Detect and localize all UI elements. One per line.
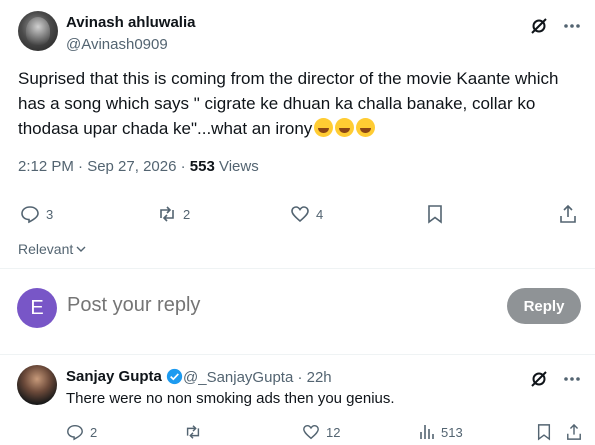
reply-author-avatar[interactable] (17, 365, 57, 405)
views-count: 553 (189, 158, 215, 175)
reply-action[interactable]: 3 (20, 204, 53, 224)
reply-count: 3 (46, 206, 54, 222)
views-chart-icon (420, 425, 434, 439)
main-tweet: Avinash ahluwalia @Avinash0909 Suprised … (0, 0, 595, 268)
reply-author-handle[interactable]: @_SanjayGupta · 22h (183, 369, 332, 386)
grinning-face-with-big-eyes-icon (356, 118, 376, 137)
author-name[interactable]: Avinash ahluwalia (66, 14, 196, 31)
bookmark-icon (428, 205, 442, 224)
share-icon (567, 423, 581, 440)
tweet-text: Suprised that this is coming from the di… (18, 66, 578, 141)
author-avatar[interactable] (18, 11, 58, 51)
reply-views-action[interactable]: 513 (419, 423, 463, 441)
like-action[interactable]: 4 (290, 204, 323, 224)
reply-share-action[interactable] (566, 423, 582, 441)
grok-icon[interactable] (529, 16, 549, 36)
like-count: 4 (316, 206, 324, 222)
more-options-icon[interactable] (563, 23, 581, 29)
grinning-squinting-face-icon (314, 118, 334, 137)
bookmark-action[interactable] (426, 204, 444, 224)
reply-composer: E Reply (0, 269, 595, 354)
repost-action[interactable]: 2 (157, 204, 190, 224)
reply-input[interactable] (67, 294, 447, 317)
heart-icon (291, 206, 309, 223)
heart-icon (303, 424, 319, 440)
more-options-icon[interactable] (563, 376, 581, 382)
reply-bookmark-action[interactable] (536, 423, 552, 441)
tweet-top-actions (529, 16, 581, 36)
reply-author: Sanjay Gupta (66, 368, 183, 385)
tweet-actions: 3 2 4 (0, 204, 595, 230)
reply-views-count: 513 (441, 424, 463, 440)
reply-top-actions (529, 369, 581, 389)
views-label: Views (214, 158, 259, 175)
repost-count: 2 (183, 206, 191, 222)
reply-icon (21, 206, 39, 224)
sort-replies-dropdown[interactable]: Relevant (18, 241, 87, 257)
reply-actions: 2 12 513 (0, 423, 595, 443)
reply-tweet: Sanjay Gupta @_SanjayGupta · 22h There w… (0, 355, 595, 445)
timestamp[interactable]: 2:12 PM · Sep 27, 2026 · (18, 158, 190, 175)
reply-button[interactable]: Reply (507, 288, 581, 324)
reply-text: There were no non smoking ads then you g… (66, 390, 395, 407)
tweet-text-content: Suprised that this is coming from the di… (18, 69, 559, 138)
current-user-avatar[interactable]: E (17, 288, 57, 328)
reply-author-name[interactable]: Sanjay Gupta (66, 368, 162, 385)
repost-icon (160, 206, 174, 222)
reply-reply-action[interactable]: 2 (66, 423, 97, 441)
reply-icon (67, 424, 83, 441)
share-action[interactable] (559, 204, 577, 224)
share-icon (560, 204, 576, 223)
grinning-squinting-face-icon (335, 118, 355, 137)
tweet-meta: 2:12 PM · Sep 27, 2026 · 553 Views (18, 158, 259, 175)
reply-like-action[interactable]: 12 (302, 423, 340, 441)
sort-label: Relevant (18, 241, 74, 257)
reply-repost-action[interactable] (184, 423, 208, 441)
author-handle[interactable]: @Avinash0909 (66, 36, 168, 53)
reply-reply-count: 2 (90, 424, 98, 440)
bookmark-icon (537, 424, 551, 441)
avatar-letter: E (30, 296, 44, 319)
reply-like-count: 12 (326, 424, 341, 440)
repost-icon (186, 425, 200, 439)
grok-icon[interactable] (529, 369, 549, 389)
verified-badge-icon (166, 368, 183, 385)
chevron-down-icon (76, 246, 86, 252)
